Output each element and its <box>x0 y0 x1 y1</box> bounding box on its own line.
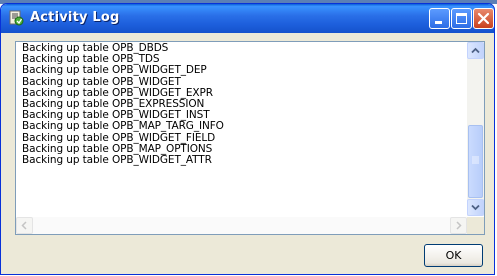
log-lines: Backing up table OPB_DBDS Backing up tabl… <box>22 43 462 215</box>
scroll-right-button[interactable] <box>450 217 467 234</box>
close-icon <box>477 12 490 25</box>
maximize-button[interactable] <box>451 8 472 29</box>
chevron-down-icon <box>471 204 480 211</box>
activity-log-list[interactable]: Backing up table OPB_DBDS Backing up tabl… <box>15 41 485 235</box>
scroll-left-button[interactable] <box>16 217 33 234</box>
scroll-up-button[interactable] <box>467 42 484 59</box>
scrollbar-corner <box>467 217 484 234</box>
chevron-left-icon <box>21 221 27 230</box>
log-line: Backing up table OPB_MAP_TARG_INFO <box>22 120 224 133</box>
grip-icon <box>472 156 479 164</box>
log-line: Backing up table OPB_WIDGET_ATTR <box>22 154 212 167</box>
horizontal-scrollbar[interactable] <box>16 217 467 234</box>
scroll-down-button[interactable] <box>467 199 484 216</box>
chevron-up-icon <box>471 47 480 54</box>
title-bar[interactable]: Activity Log <box>1 4 494 33</box>
ok-button[interactable]: OK <box>424 244 483 267</box>
activity-log-window: Activity Log Backing up table OPB_DBDS Ba… <box>0 3 495 275</box>
maximize-icon <box>456 13 467 24</box>
vertical-scroll-thumb[interactable] <box>468 125 483 198</box>
log-line: Backing up table OPB_WIDGET_DEP <box>22 64 207 77</box>
window-title: Activity Log <box>30 10 120 25</box>
close-button[interactable] <box>473 8 494 29</box>
minimize-button[interactable] <box>429 8 450 29</box>
minimize-icon <box>435 21 442 24</box>
chevron-right-icon <box>456 221 462 230</box>
vertical-scrollbar[interactable] <box>467 42 484 216</box>
activity-log-app-icon <box>8 10 24 26</box>
